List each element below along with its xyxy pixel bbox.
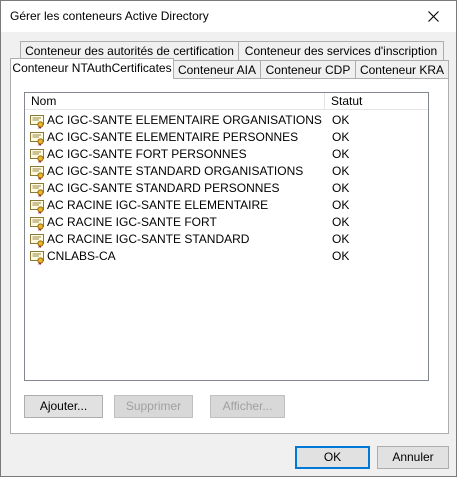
tab-label: Conteneur des services d'inscription (244, 44, 438, 58)
certificate-icon (30, 165, 44, 180)
item-name: AC IGC-SANTE STANDARD ORGANISATIONS (47, 164, 304, 178)
item-name: AC IGC-SANTE FORT PERSONNES (47, 147, 247, 161)
list-item[interactable]: CNLABS-CA OK (25, 248, 428, 265)
title-bar: Gérer les conteneurs Active Directory (1, 1, 456, 32)
certificate-icon (30, 216, 44, 231)
item-name-cell: AC RACINE IGC-SANTE STANDARD (25, 231, 332, 248)
item-name-cell: AC RACINE IGC-SANTE FORT (25, 214, 332, 231)
tab-label: Conteneur KRA (359, 63, 445, 77)
column-header-status[interactable]: Statut (325, 93, 428, 110)
ok-button[interactable]: OK (295, 446, 370, 469)
certificate-icon (30, 233, 44, 248)
item-status: OK (332, 215, 350, 229)
item-name-cell: AC IGC-SANTE ELEMENTAIRE ORGANISATIONS (25, 112, 332, 129)
add-button[interactable]: Ajouter... (24, 395, 103, 418)
certificate-icon (30, 199, 44, 214)
tab-ntauthcertificates[interactable]: Conteneur NTAuthCertificates (10, 58, 174, 79)
item-status: OK (332, 198, 350, 212)
item-status: OK (332, 232, 350, 246)
dialog-window: Gérer les conteneurs Active Directory Co… (0, 0, 457, 477)
item-status: OK (332, 130, 350, 144)
certificate-icon (30, 250, 44, 265)
certificate-icon (30, 148, 44, 163)
remove-button[interactable]: Supprimer (114, 395, 193, 418)
column-header-name[interactable]: Nom (25, 93, 325, 110)
tab-label: Conteneur NTAuthCertificates (12, 61, 172, 75)
tab-label: Conteneur AIA (177, 63, 257, 77)
item-name: AC RACINE IGC-SANTE ELEMENTAIRE (47, 198, 269, 212)
item-status: OK (332, 164, 350, 178)
item-name-cell: CNLABS-CA (25, 248, 332, 265)
tab-label: Conteneur CDP (265, 63, 351, 77)
item-name: AC IGC-SANTE STANDARD PERSONNES (47, 181, 280, 195)
certificate-icon (30, 182, 44, 197)
list-item[interactable]: AC RACINE IGC-SANTE STANDARD OK (25, 231, 428, 248)
item-name-cell: AC IGC-SANTE STANDARD PERSONNES (25, 180, 332, 197)
item-status: OK (332, 249, 350, 263)
certificate-icon (30, 131, 44, 146)
certificate-icon (30, 114, 44, 129)
certificate-list[interactable]: Nom Statut AC IGC-SANTE ELEMENTAIRE ORGA… (24, 92, 429, 381)
item-name-cell: AC IGC-SANTE FORT PERSONNES (25, 146, 332, 163)
item-name-cell: AC IGC-SANTE ELEMENTAIRE PERSONNES (25, 129, 332, 146)
tab-panel: Nom Statut AC IGC-SANTE ELEMENTAIRE ORGA… (10, 78, 449, 434)
item-status: OK (332, 181, 350, 195)
tab-enrollment-services[interactable]: Conteneur des services d'inscription (238, 41, 444, 60)
view-button[interactable]: Afficher... (210, 395, 285, 418)
item-status: OK (332, 147, 350, 161)
item-name: AC IGC-SANTE ELEMENTAIRE ORGANISATIONS (47, 113, 322, 127)
list-item[interactable]: AC RACINE IGC-SANTE FORT OK (25, 214, 428, 231)
tab-cdp[interactable]: Conteneur CDP (260, 60, 356, 79)
item-name-cell: AC RACINE IGC-SANTE ELEMENTAIRE (25, 197, 332, 214)
list-item[interactable]: AC IGC-SANTE ELEMENTAIRE ORGANISATIONS OK (25, 112, 428, 129)
item-name: AC RACINE IGC-SANTE FORT (47, 215, 217, 229)
tab-kra[interactable]: Conteneur KRA (355, 60, 449, 79)
list-item[interactable]: AC IGC-SANTE FORT PERSONNES OK (25, 146, 428, 163)
close-button[interactable] (410, 1, 456, 32)
close-icon (427, 11, 439, 22)
list-item[interactable]: AC IGC-SANTE STANDARD PERSONNES OK (25, 180, 428, 197)
item-name: AC IGC-SANTE ELEMENTAIRE PERSONNES (47, 130, 299, 144)
list-item[interactable]: AC RACINE IGC-SANTE ELEMENTAIRE OK (25, 197, 428, 214)
item-name: AC RACINE IGC-SANTE STANDARD (47, 232, 250, 246)
list-item[interactable]: AC IGC-SANTE ELEMENTAIRE PERSONNES OK (25, 129, 428, 146)
tab-label: Conteneur des autorités de certification (25, 44, 234, 58)
item-status: OK (332, 113, 350, 127)
list-rows: AC IGC-SANTE ELEMENTAIRE ORGANISATIONS OK… (25, 112, 428, 265)
cancel-button[interactable]: Annuler (377, 446, 449, 469)
tab-aia[interactable]: Conteneur AIA (173, 60, 261, 79)
list-header: Nom Statut (25, 93, 428, 110)
list-item[interactable]: AC IGC-SANTE STANDARD ORGANISATIONS OK (25, 163, 428, 180)
item-name: CNLABS-CA (47, 249, 116, 263)
item-name-cell: AC IGC-SANTE STANDARD ORGANISATIONS (25, 163, 332, 180)
window-title: Gérer les conteneurs Active Directory (10, 9, 209, 23)
